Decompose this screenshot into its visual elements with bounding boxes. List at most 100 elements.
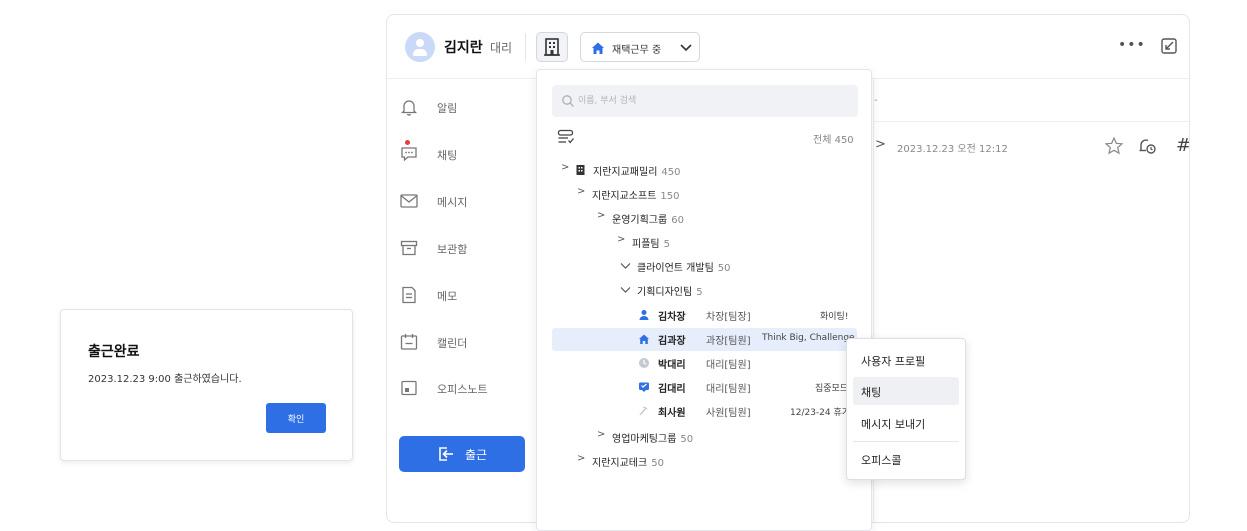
sidebar-item-notifications[interactable]: 알림 xyxy=(399,92,539,122)
chevron-right-icon: > xyxy=(577,453,586,464)
menu-item-label: 사용자 프로필 xyxy=(861,355,926,368)
tree-node-count: 5 xyxy=(696,287,703,298)
calendar-icon xyxy=(400,334,418,350)
tree-node[interactable]: > 지란지교패밀리 450 xyxy=(561,159,861,181)
offline-clock-icon xyxy=(639,358,649,368)
tree-node-count: 50 xyxy=(717,263,731,274)
avatar[interactable] xyxy=(405,32,435,62)
sidebar-item-archive[interactable]: 보관함 xyxy=(399,233,539,263)
member-role: 대리[팀원] xyxy=(706,360,751,371)
tree-node[interactable]: 클라이언트 개발팀 50 xyxy=(620,255,857,277)
tree-node-count: 150 xyxy=(660,191,680,202)
work-status-label: 재택근무 중 xyxy=(612,45,662,56)
checkout-label: 출근 xyxy=(465,448,488,462)
search-icon xyxy=(562,95,574,107)
menu-item-label: 오피스콜 xyxy=(861,454,902,467)
logout-icon xyxy=(439,447,453,461)
chevron-right-icon: > xyxy=(561,162,570,173)
chevron-down-icon xyxy=(620,263,631,269)
bell-timer-icon[interactable] xyxy=(1137,136,1157,156)
member-row-selected[interactable]: 김과장 과장[팀원] Think Big, Challenge xyxy=(638,328,857,350)
tree-node-count: 50 xyxy=(651,458,664,469)
org-search-box[interactable] xyxy=(552,85,858,117)
main-dash: - xyxy=(874,95,878,106)
member-role: 과장[팀원] xyxy=(706,336,751,347)
user-name: 김지란 xyxy=(444,40,483,56)
chevron-right-icon: > xyxy=(577,186,586,197)
sidebar-item-label: 알림 xyxy=(437,102,458,115)
tree-node[interactable]: > 운영기획그룹 60 xyxy=(597,207,857,229)
work-status-dropdown[interactable]: 재택근무 중 xyxy=(580,32,700,62)
menu-item-send-message[interactable]: 메시지 보내기 xyxy=(853,409,959,437)
member-name: 최사원 xyxy=(658,408,686,419)
toast-confirm-button[interactable]: 확인 xyxy=(266,403,326,433)
member-row[interactable]: 김차장 차장[팀장] 화이팅! xyxy=(638,304,852,326)
home-icon xyxy=(639,334,649,344)
chevron-right-icon[interactable]: > xyxy=(875,137,886,152)
mail-icon xyxy=(400,194,418,208)
user-title: 대리 xyxy=(490,41,513,55)
chevron-down-icon xyxy=(680,44,692,52)
compose-icon[interactable] xyxy=(1160,37,1178,55)
tree-node-name: 영업마케팅그룹 xyxy=(612,434,677,445)
main-header-line xyxy=(873,121,1189,122)
member-role: 사원[팀원] xyxy=(706,408,751,419)
tree-node[interactable]: > 지란지교테크 50 xyxy=(577,450,857,472)
tree-node[interactable]: 기획디자인팀 5 xyxy=(620,279,857,301)
sidebar-item-chat[interactable]: 채팅 xyxy=(399,139,539,169)
member-context-menu: 사용자 프로필 채팅 메시지 보내기 오피스콜 xyxy=(846,338,966,480)
tree-node-name: 지란지교테크 xyxy=(592,458,648,469)
menu-item-office-call[interactable]: 오피스콜 xyxy=(853,445,959,473)
member-name: 김대리 xyxy=(658,384,686,395)
chevron-right-icon: > xyxy=(597,429,606,440)
member-row[interactable]: 최사원 사원[팀원] 12/23-24 휴가 xyxy=(638,400,850,422)
sidebar-item-office-note[interactable]: 오피스노트 xyxy=(399,373,539,403)
org-total-count: 전체 450 xyxy=(813,135,854,146)
focus-mode-icon xyxy=(639,382,649,392)
building-icon xyxy=(576,165,585,175)
sidebar-item-calendar[interactable]: 캘린더 xyxy=(399,327,539,357)
checkout-button[interactable]: 출근 xyxy=(399,436,525,472)
archive-icon xyxy=(400,240,418,256)
sidebar-item-label: 채팅 xyxy=(437,149,458,162)
tree-node-count: 50 xyxy=(680,434,694,445)
member-status: 집중모드 xyxy=(815,384,849,394)
member-status: 화이팅! xyxy=(820,312,849,322)
tree-node[interactable]: > 영업마케팅그룹 50 xyxy=(597,426,857,448)
tree-node-count: 450 xyxy=(661,167,681,178)
tree-node[interactable]: > 지란지교소프트 150 xyxy=(577,183,857,205)
toast-title: 출근완료 xyxy=(88,344,140,360)
sidebar-item-label: 메시지 xyxy=(437,196,468,209)
sidebar-item-label: 메모 xyxy=(437,290,458,303)
chat-icon xyxy=(401,147,417,162)
chevron-right-icon: > xyxy=(597,210,606,221)
filter-icon[interactable] xyxy=(557,129,575,145)
menu-item-label: 채팅 xyxy=(861,386,882,399)
tree-node-name: 클라이언트 개발팀 xyxy=(637,263,714,274)
menu-divider xyxy=(853,441,959,442)
member-row[interactable]: 김대리 대리[팀원] 집중모드 xyxy=(638,376,850,398)
member-name: 김과장 xyxy=(658,336,686,347)
menu-item-user-profile[interactable]: 사용자 프로필 xyxy=(853,346,959,374)
chevron-down-icon xyxy=(620,287,631,293)
bell-icon xyxy=(400,100,418,116)
chevron-right-icon: > xyxy=(617,234,626,245)
org-chart-button[interactable] xyxy=(536,32,568,62)
more-menu-icon[interactable]: ••• xyxy=(1118,37,1146,53)
toast-message: 2023.12.23 9:00 출근하였습니다. xyxy=(88,374,242,385)
member-row[interactable]: 박대리 대리[팀원] xyxy=(638,352,852,374)
star-icon[interactable] xyxy=(1104,136,1124,156)
sidebar-item-messages[interactable]: 메시지 xyxy=(399,186,539,216)
person-icon xyxy=(639,310,649,320)
channel-hash-icon[interactable]: # xyxy=(1176,135,1189,156)
menu-item-chat[interactable]: 채팅 xyxy=(853,377,959,405)
member-role: 대리[팀원] xyxy=(706,384,751,395)
tree-node-name: 피플팀 xyxy=(632,239,660,250)
org-search-input[interactable] xyxy=(578,91,848,111)
member-status: Think Big, Challenge xyxy=(762,333,855,343)
tree-node-count: 5 xyxy=(663,239,670,250)
sidebar-item-memo[interactable]: 메모 xyxy=(399,280,539,310)
tree-node[interactable]: > 피플팀 5 xyxy=(617,231,857,253)
member-role: 차장[팀장] xyxy=(706,312,751,323)
message-timestamp: 2023.12.23 오전 12:12 xyxy=(897,144,1008,155)
